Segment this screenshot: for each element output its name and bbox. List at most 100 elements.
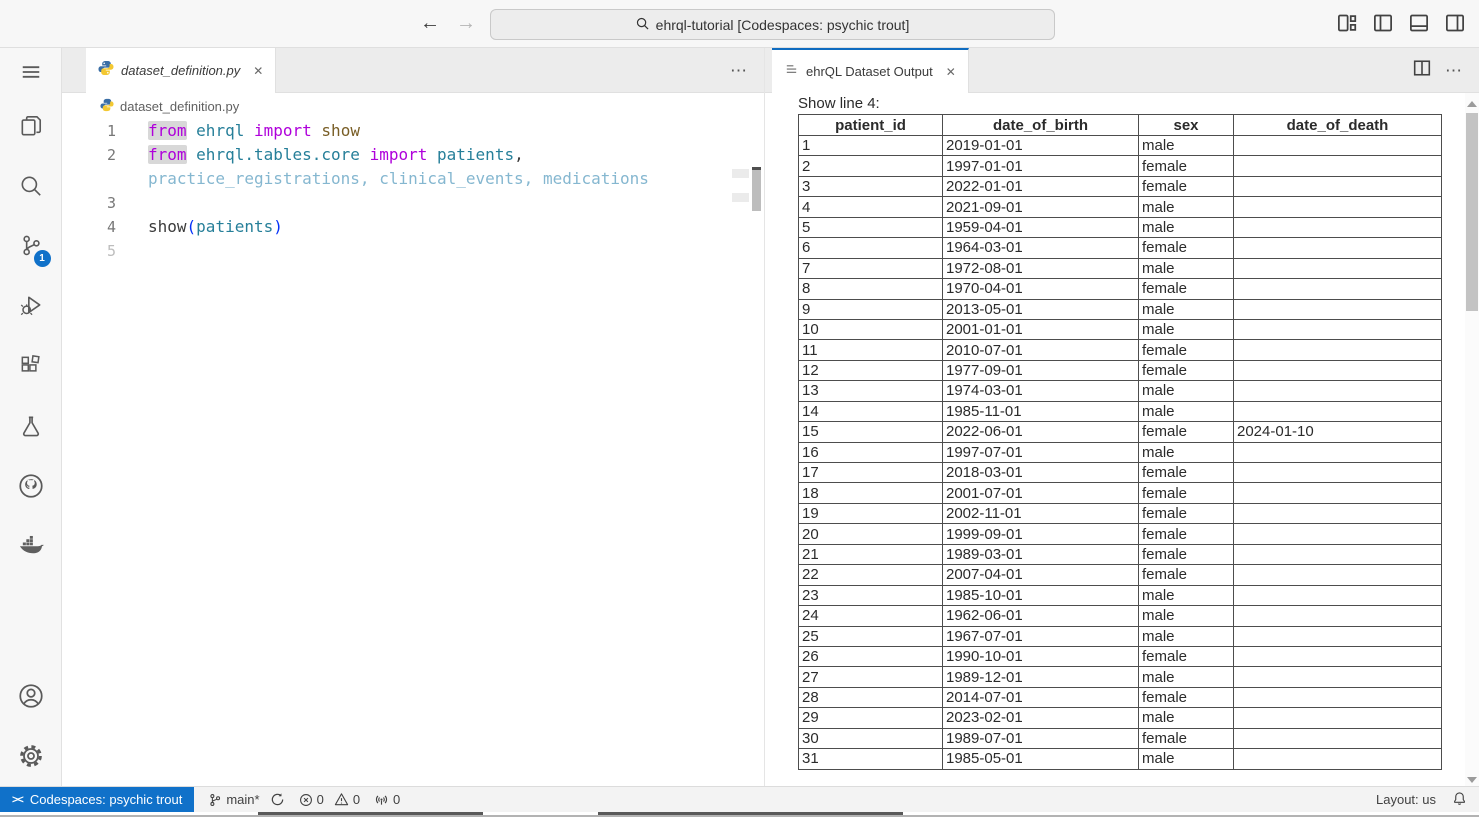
branch-label: main*	[226, 792, 259, 807]
panel-more-actions[interactable]: ⋯	[1445, 61, 1463, 81]
table-cell: 2002-11-01	[943, 503, 1139, 523]
panel-scrollbar-thumb[interactable]	[1466, 113, 1478, 311]
table-cell: 2018-03-01	[943, 463, 1139, 483]
table-cell: female	[1139, 463, 1234, 483]
editor-scrollbar-thumb[interactable]	[752, 167, 761, 211]
table-cell: male	[1139, 708, 1234, 728]
tab-dataset-definition[interactable]: dataset_definition.py ✕	[86, 48, 276, 93]
code-line: 2from ehrql.tables.core import patients,	[62, 143, 764, 167]
code-token: show	[148, 217, 187, 236]
run-debug-icon[interactable]	[0, 276, 62, 336]
column-header: date_of_birth	[943, 115, 1139, 136]
account-icon[interactable]	[0, 666, 62, 726]
table-cell: 23	[799, 585, 943, 605]
table-cell	[1234, 503, 1442, 523]
table-cell: female	[1139, 483, 1234, 503]
table-cell: female	[1139, 687, 1234, 707]
table-cell	[1234, 483, 1442, 503]
table-cell: 15	[799, 422, 943, 442]
table-row: 102001-01-01male	[799, 319, 1442, 339]
table-cell: 2021-09-01	[943, 197, 1139, 217]
problems-indicator[interactable]: 0 0	[299, 792, 360, 807]
table-cell: 2010-07-01	[943, 340, 1139, 360]
ports-indicator[interactable]: 0	[374, 792, 400, 807]
table-cell: 18	[799, 483, 943, 503]
table-cell	[1234, 687, 1442, 707]
table-cell: 2024-01-10	[1234, 422, 1442, 442]
layout-indicator[interactable]: Layout: us	[1376, 792, 1436, 807]
toggle-secondary-sidebar-icon[interactable]	[1445, 13, 1465, 33]
table-cell	[1234, 606, 1442, 626]
command-center-label: ehrql-tutorial [Codespaces: psychic trou…	[656, 17, 910, 33]
table-cell: female	[1139, 422, 1234, 442]
code-line-content: from ehrql import show	[116, 119, 360, 143]
breadcrumb[interactable]: dataset_definition.py	[62, 93, 764, 119]
customize-layout-icon[interactable]	[1337, 13, 1357, 33]
table-row: 201999-09-01female	[799, 524, 1442, 544]
nav-back-icon[interactable]: ←	[420, 12, 440, 35]
editor-tab-bar: dataset_definition.py ✕ ⋯	[62, 48, 764, 93]
remote-indicator[interactable]: >< Codespaces: psychic trout	[0, 787, 194, 813]
table-header-row: patient_iddate_of_birthsexdate_of_death	[799, 115, 1442, 136]
output-panel-group: ehrQL Dataset Output ✕ ⋯ Show line 4: pa…	[765, 48, 1479, 786]
table-cell: 19	[799, 503, 943, 523]
table-row: 81970-04-01female	[799, 279, 1442, 299]
github-icon[interactable]	[0, 456, 62, 516]
python-file-icon	[100, 98, 114, 115]
command-center[interactable]: ehrql-tutorial [Codespaces: psychic trou…	[490, 9, 1055, 40]
table-cell: male	[1139, 381, 1234, 401]
source-control-icon[interactable]: 1	[0, 216, 62, 276]
branch-indicator[interactable]: main*	[208, 792, 284, 807]
table-cell	[1234, 136, 1442, 156]
table-cell: 1985-10-01	[943, 585, 1139, 605]
table-cell: 1997-01-01	[943, 156, 1139, 176]
toggle-primary-sidebar-icon[interactable]	[1373, 13, 1393, 33]
table-cell	[1234, 279, 1442, 299]
table-cell	[1234, 401, 1442, 421]
table-cell: 4	[799, 197, 943, 217]
docker-icon[interactable]	[0, 516, 62, 576]
toggle-panel-icon[interactable]	[1409, 13, 1429, 33]
table-cell: 22	[799, 565, 943, 585]
nav-forward-icon[interactable]: →	[456, 12, 476, 35]
table-row: 32022-01-01female	[799, 176, 1442, 196]
explorer-icon[interactable]	[0, 96, 62, 156]
extensions-icon[interactable]	[0, 336, 62, 396]
code-token: )	[273, 217, 283, 236]
search-sidebar-icon[interactable]	[0, 156, 62, 216]
activity-bar: 1	[0, 48, 62, 786]
tab-close-icon[interactable]: ✕	[253, 64, 263, 78]
table-row: 301989-07-01female	[799, 728, 1442, 748]
code-line: 4show(patients)	[62, 215, 764, 239]
sync-icon[interactable]	[270, 792, 285, 807]
line-number: 2	[62, 143, 116, 167]
scroll-up-arrow-icon[interactable]	[1467, 101, 1477, 107]
bell-icon[interactable]	[1452, 791, 1467, 809]
table-cell: female	[1139, 728, 1234, 748]
table-cell: 1959-04-01	[943, 217, 1139, 237]
table-cell: male	[1139, 585, 1234, 605]
show-line-heading: Show line 4:	[798, 95, 1479, 114]
column-header: patient_id	[799, 115, 943, 136]
testing-icon[interactable]	[0, 396, 62, 456]
tab-close-icon[interactable]: ✕	[946, 65, 956, 79]
table-cell: 24	[799, 606, 943, 626]
menu-icon[interactable]	[0, 48, 62, 96]
table-row: 182001-07-01female	[799, 483, 1442, 503]
table-cell: 8	[799, 279, 943, 299]
editor-more-actions[interactable]: ⋯	[730, 61, 748, 81]
table-cell: 10	[799, 319, 943, 339]
remote-icon: ><	[12, 794, 23, 806]
settings-gear-icon[interactable]	[0, 726, 62, 786]
panel-scrollbar[interactable]	[1465, 93, 1479, 786]
table-cell: male	[1139, 197, 1234, 217]
radio-tower-icon	[374, 792, 389, 807]
scroll-down-arrow-icon[interactable]	[1467, 777, 1477, 783]
code-line-content	[116, 191, 148, 215]
tab-ehrql-dataset-output[interactable]: ehrQL Dataset Output ✕	[772, 48, 969, 93]
code-editor[interactable]: 1from ehrql import show2from ehrql.table…	[62, 119, 764, 263]
warnings-icon	[334, 792, 349, 807]
table-cell	[1234, 340, 1442, 360]
ports-count: 0	[393, 792, 400, 807]
split-editor-icon[interactable]	[1413, 59, 1431, 82]
